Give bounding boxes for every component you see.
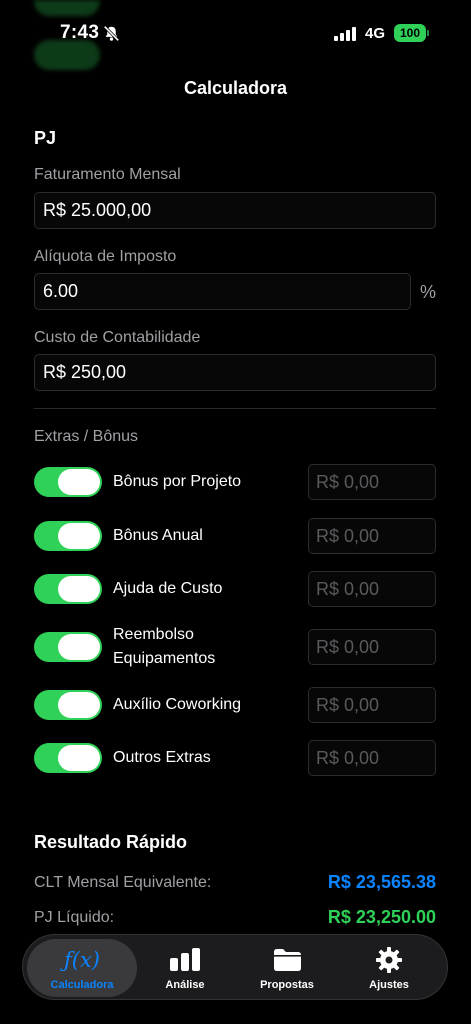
contabilidade-label: Custo de Contabilidade xyxy=(34,329,201,346)
percent-unit: % xyxy=(420,282,437,302)
pj-section-title: PJ xyxy=(34,128,57,148)
coworking-toggle[interactable] xyxy=(34,690,102,720)
extra-row-bonus-projeto: Bônus por Projeto R$ 0,00 xyxy=(34,464,436,500)
network-type: 4G xyxy=(365,25,386,42)
status-time: 7:43 xyxy=(60,22,100,43)
tab-analise[interactable]: Análise xyxy=(130,939,240,997)
bonus-anual-input[interactable]: R$ 0,00 xyxy=(308,518,436,554)
bonus-projeto-toggle[interactable] xyxy=(34,467,102,497)
ajuda-custo-input[interactable]: R$ 0,00 xyxy=(308,571,436,607)
outros-label: Outros Extras xyxy=(113,749,211,766)
extra-row-outros: Outros Extras R$ 0,00 xyxy=(34,740,436,776)
tab-propostas[interactable]: Propostas xyxy=(232,939,342,997)
battery-tip xyxy=(427,30,429,36)
extra-row-ajuda-custo: Ajuda de Custo R$ 0,00 xyxy=(34,571,436,607)
extras-title: Extras / Bônus xyxy=(34,428,139,445)
cellular-signal-icon xyxy=(334,27,356,41)
result-pj-row: PJ Líquido: R$ 23,250.00 xyxy=(34,907,436,927)
outros-toggle[interactable] xyxy=(34,743,102,773)
folder-icon xyxy=(274,949,301,971)
tab-ajustes[interactable]: Ajustes xyxy=(334,939,444,997)
outros-input[interactable]: R$ 0,00 xyxy=(308,740,436,776)
bonus-anual-label: Bônus Anual xyxy=(113,527,203,544)
section-divider xyxy=(34,408,436,409)
status-bar: 7:43 4G 100 xyxy=(0,22,471,48)
page-title: Calculadora xyxy=(183,78,288,98)
result-clt-row: CLT Mensal Equivalente: R$ 23,565.38 xyxy=(34,872,436,892)
reembolso-toggle[interactable] xyxy=(34,632,102,662)
bonus-projeto-input[interactable]: R$ 0,00 xyxy=(308,464,436,500)
gear-icon xyxy=(376,947,402,973)
faturamento-label: Faturamento Mensal xyxy=(34,166,181,183)
bar-chart-icon xyxy=(170,948,200,971)
tab-propostas-label: Propostas xyxy=(260,979,314,991)
bonus-projeto-label: Bônus por Projeto xyxy=(113,473,242,490)
aliquota-label: Alíquota de Imposto xyxy=(34,248,177,265)
pj-liquido-value: R$ 23,250.00 xyxy=(327,907,436,927)
faturamento-input[interactable]: R$ 25.000,00 xyxy=(34,192,436,229)
ajuda-custo-label: Ajuda de Custo xyxy=(113,580,223,597)
extra-row-bonus-anual: Bônus Anual R$ 0,00 xyxy=(34,518,436,554)
ajuda-custo-toggle[interactable] xyxy=(34,574,102,604)
function-icon: ƒ(x) xyxy=(63,948,100,972)
tab-calculadora[interactable]: ƒ(x) Calculadora xyxy=(27,939,137,997)
coworking-input[interactable]: R$ 0,00 xyxy=(308,687,436,723)
extra-row-reembolso: Reembolso Equipamentos R$ 0,00 xyxy=(34,626,436,667)
bell-slash-icon xyxy=(103,25,120,42)
clt-value: R$ 23,565.38 xyxy=(327,872,436,892)
tab-bar: ƒ(x) Calculadora Análise Propostas Ajust… xyxy=(22,934,448,1000)
bonus-anual-toggle[interactable] xyxy=(34,521,102,551)
battery-icon: 100 xyxy=(394,24,426,42)
aliquota-input[interactable]: 6.00 xyxy=(34,273,411,310)
tab-ajustes-label: Ajustes xyxy=(369,979,409,991)
tab-analise-label: Análise xyxy=(165,979,205,991)
extra-row-coworking: Auxílio Coworking R$ 0,00 xyxy=(34,687,436,723)
result-title: Resultado Rápido xyxy=(34,832,188,852)
contabilidade-input[interactable]: R$ 250,00 xyxy=(34,354,436,391)
reembolso-input[interactable]: R$ 0,00 xyxy=(308,629,436,665)
reembolso-label: Reembolso Equipamentos xyxy=(113,626,216,667)
tab-calculadora-label: Calculadora xyxy=(50,979,114,991)
coworking-label: Auxílio Coworking xyxy=(113,696,242,713)
